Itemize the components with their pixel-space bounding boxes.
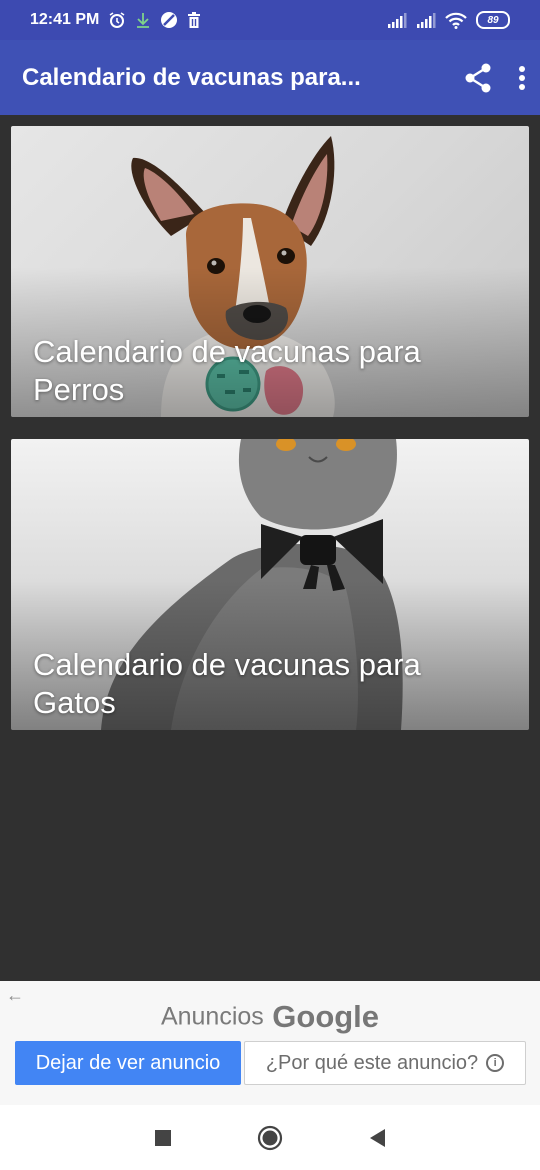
app-bar-actions: [464, 40, 526, 115]
card-title-cats: Calendario de vacunas para Gatos: [33, 647, 421, 720]
info-icon: i: [486, 1054, 505, 1072]
back-icon[interactable]: [368, 1128, 386, 1148]
signal-icon-2: [416, 12, 436, 28]
card-title-dogs: Calendario de vacunas para Perros: [33, 334, 421, 407]
google-logo: Google: [272, 999, 380, 1034]
battery-indicator: 89: [476, 11, 510, 29]
why-this-ad-button[interactable]: ¿Por qué este anuncio? i: [244, 1041, 526, 1085]
alarm-icon: [108, 11, 126, 29]
status-time: 12:41 PM: [30, 11, 100, 28]
blocked-icon: [160, 11, 178, 29]
trash-icon: [187, 11, 201, 29]
ad-banner: ← Anuncios Google Dejar de ver anuncio ¿…: [0, 981, 540, 1105]
status-left: 12:41 PM: [30, 11, 201, 29]
wifi-icon: [445, 12, 467, 29]
ad-attribution: Anuncios Google: [0, 999, 540, 1035]
share-icon[interactable]: [464, 63, 492, 93]
ad-label: Anuncios: [160, 1002, 264, 1031]
app-bar: Calendario de vacunas para...: [0, 40, 540, 115]
why-this-ad-label: ¿Por qué este anuncio?: [265, 1051, 479, 1074]
card-cats[interactable]: Calendario de vacunas para Gatos: [11, 439, 529, 730]
stop-seeing-ad-button[interactable]: Dejar de ver anuncio: [15, 1041, 241, 1085]
more-vert-icon[interactable]: [518, 65, 526, 91]
home-icon[interactable]: [257, 1125, 283, 1151]
page-title: Calendario de vacunas para...: [22, 63, 361, 91]
status-bar: 12:41 PM 89: [0, 0, 540, 40]
signal-icon: [387, 12, 407, 28]
card-dogs[interactable]: Calendario de vacunas para Perros: [11, 126, 529, 417]
download-icon: [135, 11, 151, 29]
nav-bar: [0, 1105, 540, 1170]
status-right: 89: [387, 11, 510, 29]
recents-icon[interactable]: [154, 1129, 172, 1147]
